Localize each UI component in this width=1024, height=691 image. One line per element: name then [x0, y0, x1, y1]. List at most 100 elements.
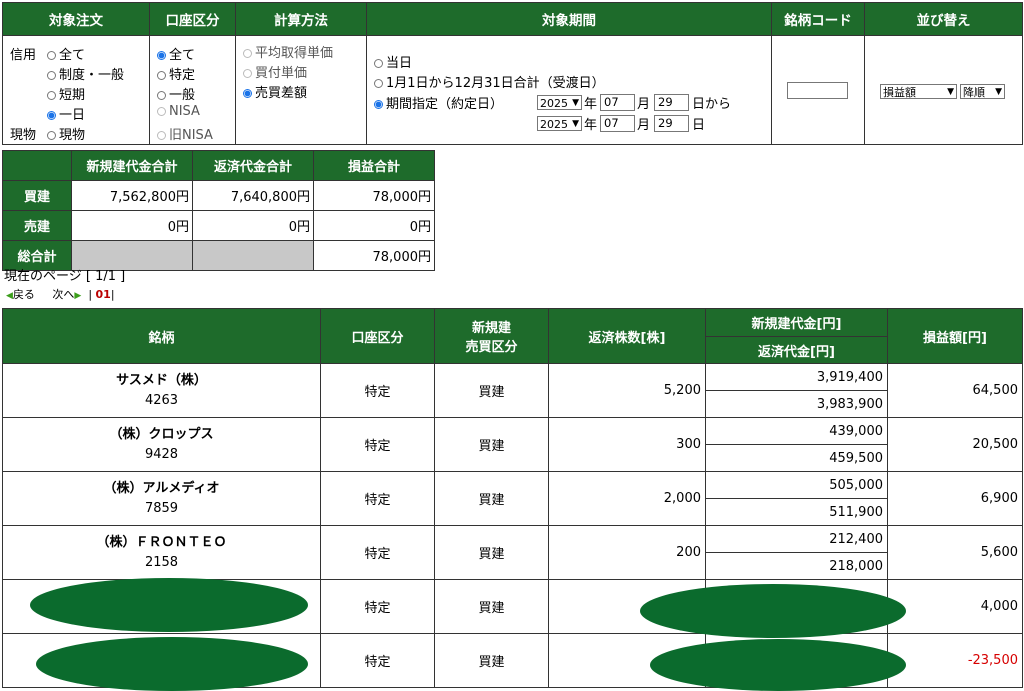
stock-code: 9428 — [144, 446, 179, 462]
trade-side-value: 買建 — [434, 525, 549, 580]
summary-header-close: 返済代金合計 — [192, 150, 314, 181]
chevron-down-icon: ▼ — [995, 87, 1002, 97]
credit-label: 信用 — [10, 48, 37, 63]
radio-icon — [47, 131, 56, 140]
radio-selected-icon — [243, 89, 252, 98]
stock-code: 7859 — [144, 500, 179, 516]
summary-row-label: 売建 — [2, 210, 72, 241]
radio-icon — [157, 107, 166, 116]
back-link[interactable]: ◀戻る — [6, 288, 35, 301]
header-sort: 並び替え — [864, 2, 1023, 36]
radio-icon — [47, 71, 56, 80]
detail-row: （株）クロップス 9428 特定 買建 300 439,000 20,500 — [2, 417, 1023, 472]
radio-icon — [243, 69, 252, 78]
account-option-specific[interactable]: 特定 — [157, 64, 195, 83]
radio-icon — [243, 49, 252, 58]
account-option-all[interactable]: 全て — [157, 44, 195, 63]
account-type-value: 特定 — [320, 579, 435, 634]
stock-name: （株）ＦＲＯＮＴＥＯ — [96, 534, 227, 550]
chevron-down-icon: ▼ — [572, 119, 579, 129]
summary-header-open: 新規建代金合計 — [71, 150, 193, 181]
to-day-input[interactable]: 29 — [654, 115, 689, 132]
profit-loss-value: 4,000 — [887, 579, 1023, 634]
to-month-unit: 月 — [637, 118, 651, 133]
account-option-general[interactable]: 一般 — [157, 84, 195, 103]
from-month-input[interactable]: 07 — [600, 94, 635, 111]
order-option-short[interactable]: 短期 — [47, 84, 85, 103]
period-option-range[interactable]: 期間指定（約定日） — [374, 93, 503, 112]
stock-name: （株）アルメディオ — [103, 480, 220, 496]
profit-loss-value: 5,600 — [887, 525, 1023, 580]
stock-code-cell — [771, 35, 865, 145]
stock-name-cell: サスメド（株） 4263 — [2, 363, 321, 418]
summary-total-pl: 78,000円 — [313, 240, 435, 271]
order-type-cell: 信用 全て 制度・一般 短期 一日 現物 現物 — [2, 35, 150, 145]
period-cell: 当日 1月1日から12月31日合計（受渡日） 期間指定（約定日） 2025 ▼ 年… — [366, 35, 772, 145]
account-option-nisa[interactable]: NISA — [157, 104, 200, 119]
sort-direction-select[interactable]: 降順 ▼ — [960, 84, 1005, 99]
order-option-all[interactable]: 全て — [47, 44, 85, 63]
period-option-year-total[interactable]: 1月1日から12月31日合計（受渡日） — [374, 72, 605, 91]
order-option-spot[interactable]: 現物 — [47, 124, 85, 143]
summary-table: 新規建代金合計 返済代金合計 損益合計 買建 7,562,800円 7,640,… — [2, 150, 435, 271]
from-day-unit: 日から — [692, 97, 732, 112]
summary-open-value: 7,562,800円 — [71, 180, 193, 211]
next-link[interactable]: 次へ▶ — [52, 288, 81, 301]
quantity-value: 2,000 — [548, 471, 706, 526]
calc-option-unit-price[interactable]: 買付単価 — [243, 62, 307, 81]
summary-pl-value: 78,000円 — [313, 180, 435, 211]
quantity-value: 5,200 — [548, 363, 706, 418]
to-month-input[interactable]: 07 — [600, 115, 635, 132]
stock-code: 4263 — [144, 392, 179, 408]
quantity-value: 200 — [548, 525, 706, 580]
sort-field-select[interactable]: 損益額 ▼ — [880, 84, 957, 99]
radio-selected-icon — [47, 111, 56, 120]
detail-row: サスメド（株） 4263 特定 買建 5,200 3,919,400 64,500 — [2, 363, 1023, 418]
open-amount-value: 439,000 — [705, 417, 888, 445]
page-number-link[interactable]: 01 — [96, 288, 111, 301]
stock-name-cell: （株）ＦＲＯＮＴＥＯ 2158 — [2, 525, 321, 580]
account-option-old-nisa[interactable]: 旧NISA — [157, 124, 213, 143]
summary-row-sell: 売建 0円 0円 0円 — [2, 210, 435, 241]
account-type-cell: 全て 特定 一般 NISA 旧NISA — [149, 35, 236, 145]
redaction-mark — [36, 637, 308, 691]
trade-side-value: 買建 — [434, 579, 549, 634]
detail-header-side: 新規建 売買区分 — [434, 308, 549, 364]
trade-side-value: 買建 — [434, 471, 549, 526]
order-option-standard[interactable]: 制度・一般 — [47, 64, 124, 83]
radio-icon — [374, 59, 383, 68]
sort-cell: 損益額 ▼ 降順 ▼ — [864, 35, 1023, 145]
redaction-mark — [30, 578, 308, 632]
order-option-day[interactable]: 一日 — [47, 104, 85, 123]
trade-side-value: 買建 — [434, 633, 549, 688]
account-type-value: 特定 — [320, 633, 435, 688]
profit-loss-value: 20,500 — [887, 417, 1023, 472]
close-amount-value: 218,000 — [705, 552, 888, 580]
stock-name: サスメド（株） — [116, 372, 207, 388]
close-amount-value: 459,500 — [705, 444, 888, 472]
from-day-input[interactable]: 29 — [654, 94, 689, 111]
detail-header-name: 銘柄 — [2, 308, 321, 364]
quantity-value: 300 — [548, 417, 706, 472]
from-year-select[interactable]: 2025 ▼ — [537, 95, 582, 110]
summary-pl-value: 0円 — [313, 210, 435, 241]
header-account-type: 口座区分 — [149, 2, 236, 36]
page-indicator: 現在のページ [ 1/1 ] — [4, 269, 126, 284]
stock-name-cell: （株）クロップス 9428 — [2, 417, 321, 472]
summary-row-label: 買建 — [2, 180, 72, 211]
period-option-today[interactable]: 当日 — [374, 52, 412, 71]
detail-row: （株）ＦＲＯＮＴＥＯ 2158 特定 買建 200 212,400 5,600 — [2, 525, 1023, 580]
triangle-left-icon: ◀ — [6, 291, 13, 301]
calc-option-average[interactable]: 平均取得単価 — [243, 42, 333, 61]
to-year-select[interactable]: 2025 ▼ — [537, 116, 582, 131]
detail-header-close: 返済代金[円] — [705, 336, 888, 364]
account-type-value: 特定 — [320, 525, 435, 580]
to-day-unit: 日 — [692, 118, 706, 133]
radio-icon — [157, 91, 166, 100]
calc-option-difference[interactable]: 売買差額 — [243, 82, 307, 101]
pagination: ◀戻る 次へ▶ | 01| — [6, 288, 115, 301]
header-order-type: 対象注文 — [2, 2, 150, 36]
stock-code-input[interactable] — [787, 82, 848, 99]
open-amount-value: 3,919,400 — [705, 363, 888, 391]
close-amount-value: 511,900 — [705, 498, 888, 526]
